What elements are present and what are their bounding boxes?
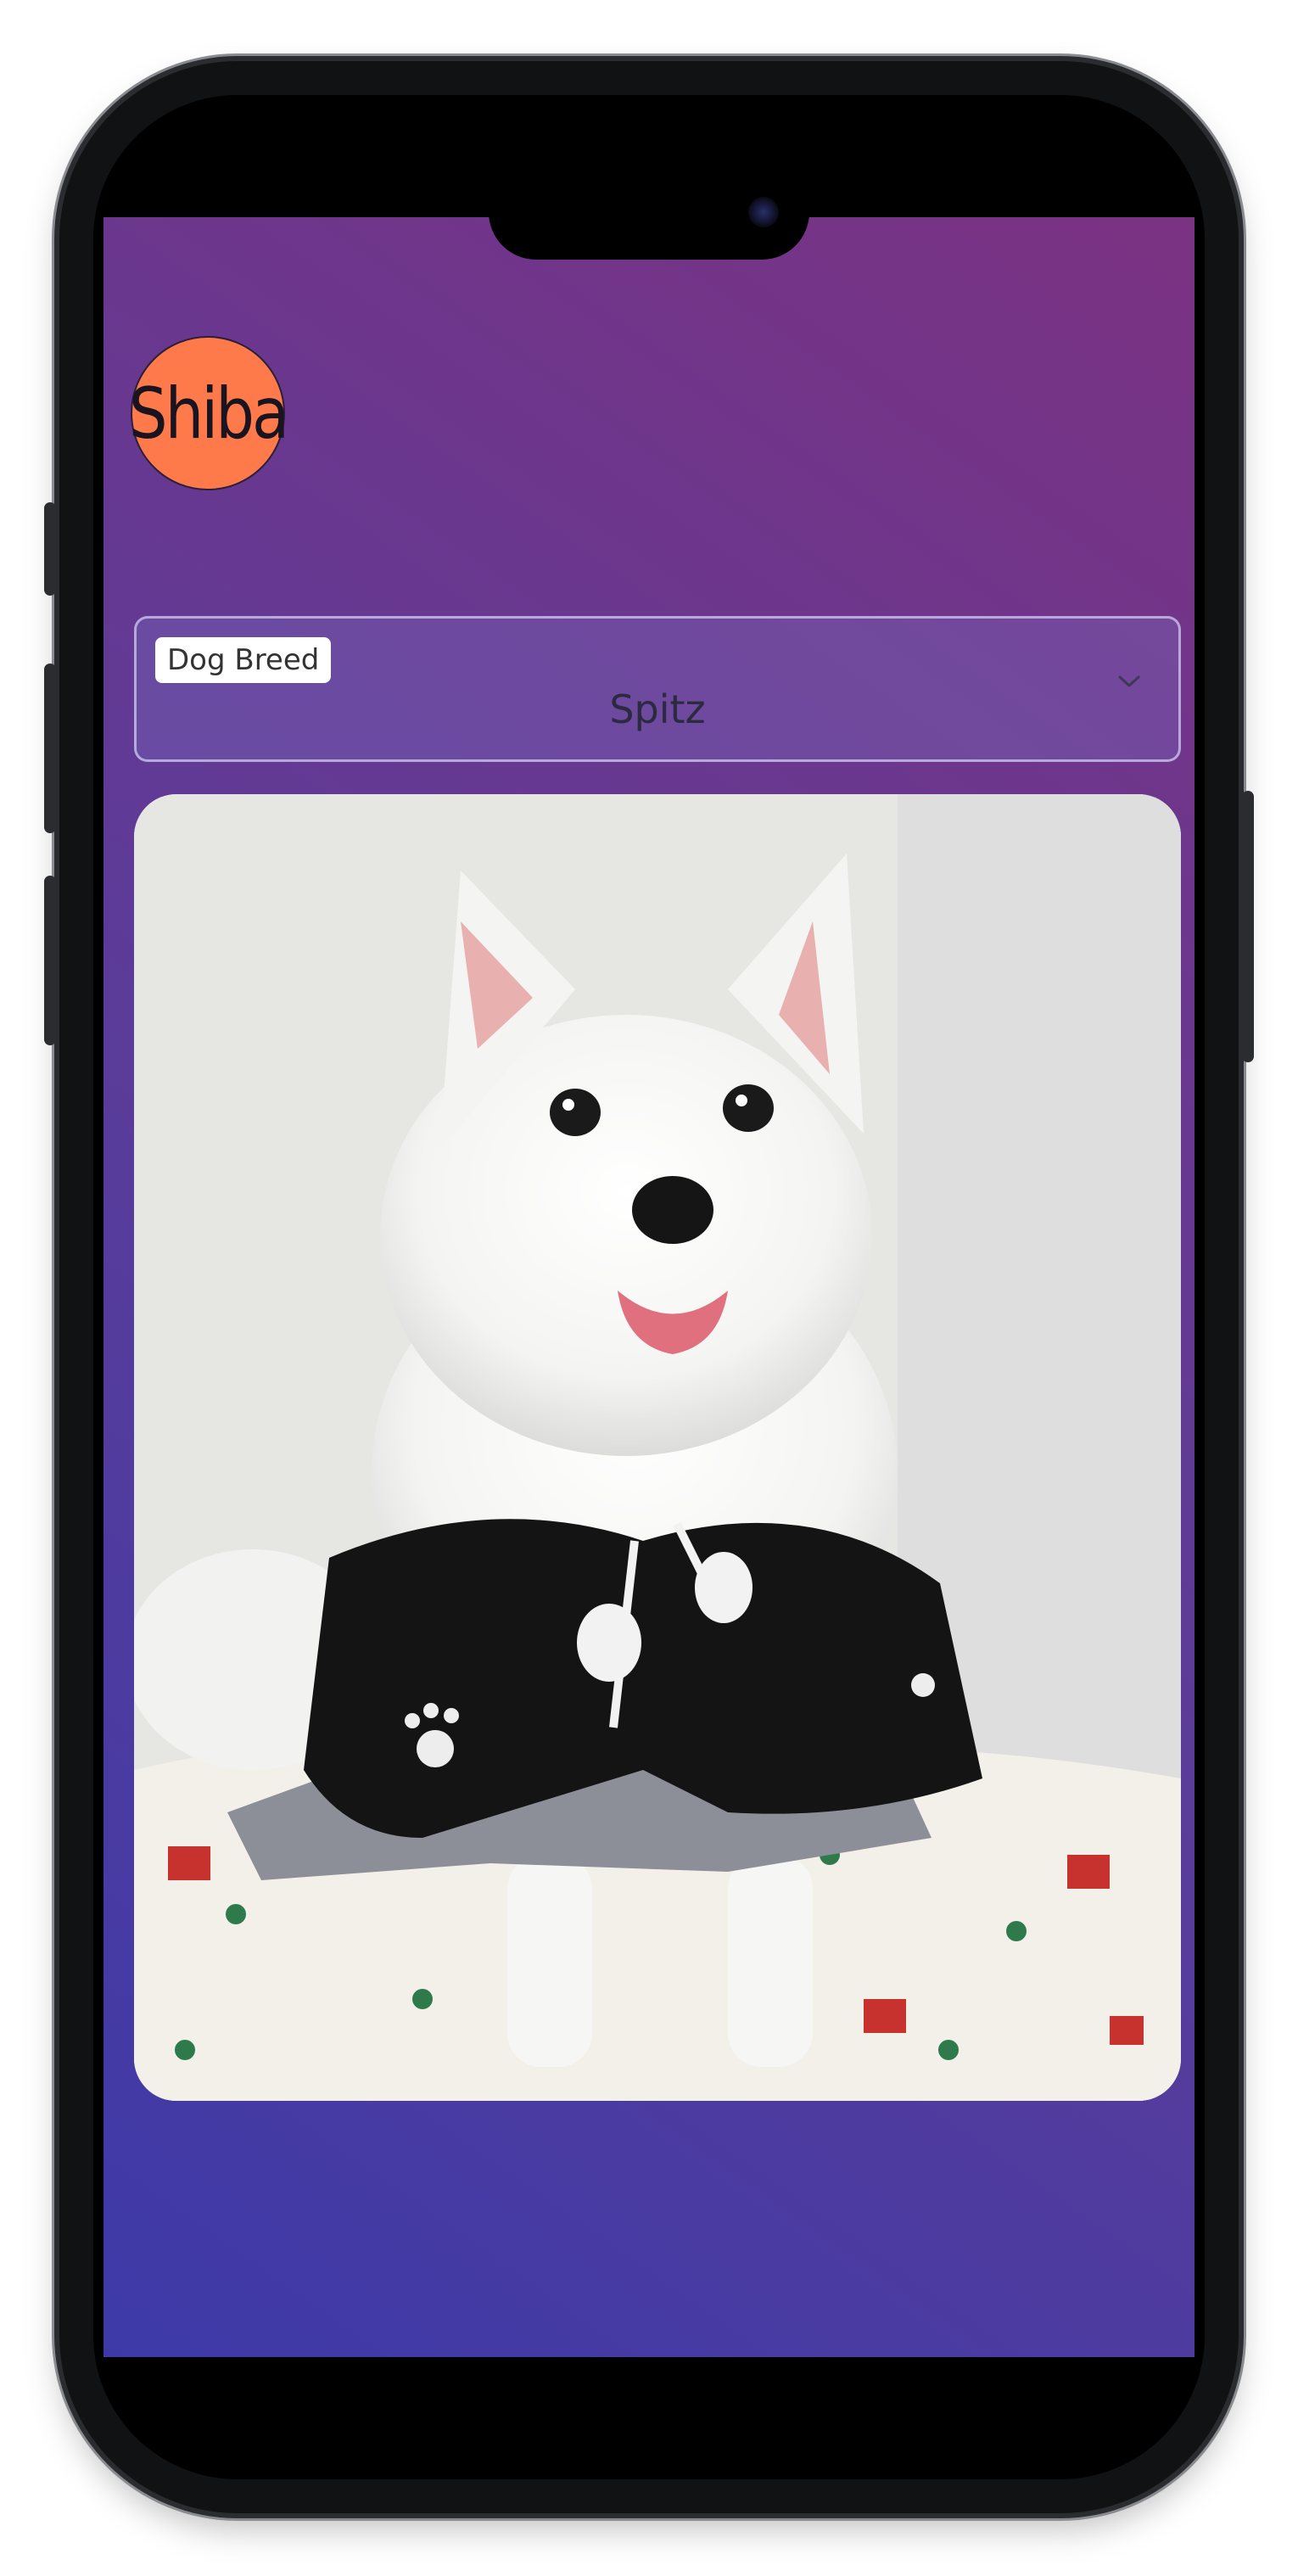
screen: Shiba Dog Breed Spitz [93, 95, 1205, 2479]
breed-select-value: Spitz [609, 686, 706, 732]
breed-select-label: Dog Breed [155, 637, 332, 683]
dog-photo [134, 794, 1181, 2101]
dog-illustration [134, 794, 1181, 2101]
screen-bezel: Shiba Dog Breed Spitz [93, 95, 1205, 2479]
dynamic-island [489, 165, 809, 260]
chevron-down-icon[interactable] [1117, 669, 1141, 693]
app-view: Shiba Dog Breed Spitz [104, 217, 1194, 2357]
volume-down-button [44, 876, 56, 1045]
front-camera-icon [748, 197, 779, 227]
action-button [44, 502, 56, 596]
phone-frame: Shiba Dog Breed Spitz [44, 61, 1254, 2513]
volume-up-button [44, 664, 56, 833]
breed-select[interactable]: Dog Breed Spitz [134, 616, 1181, 762]
logo-text: Shiba [128, 372, 289, 455]
app-logo[interactable]: Shiba [128, 336, 289, 490]
power-button [1242, 791, 1254, 1062]
